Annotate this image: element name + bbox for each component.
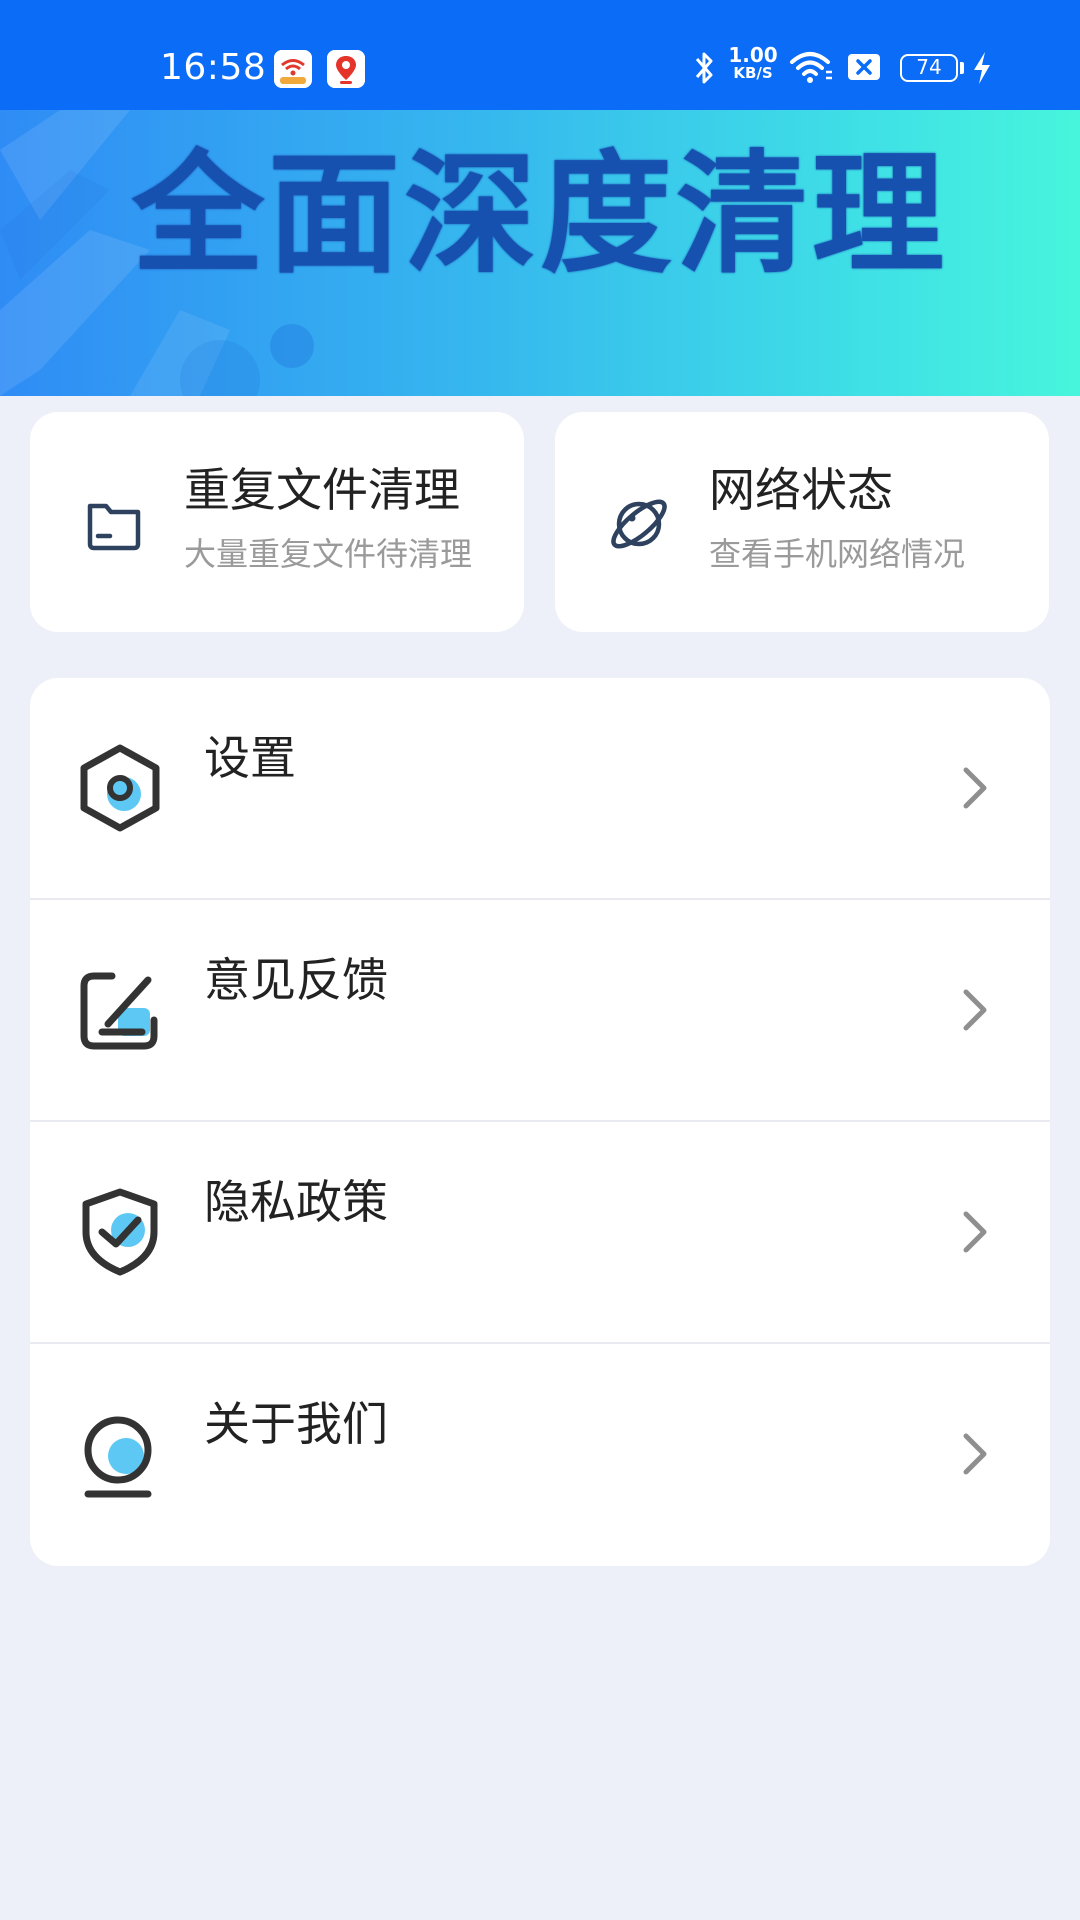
menu-item-label: 设置 [204, 731, 296, 785]
card-title: 重复文件清理 [184, 463, 460, 517]
menu-item-label: 意见反馈 [204, 953, 388, 1007]
privacy-shield-icon [82, 1188, 158, 1276]
network-status-card[interactable]: 网络状态 查看手机网络情况 [555, 412, 1049, 632]
network-speed: 1.00 KB/S [728, 43, 778, 90]
menu-item-privacy-policy[interactable]: 隐私政策 [30, 1122, 1050, 1344]
chevron-right-icon [963, 1433, 987, 1475]
bluetooth-icon [690, 46, 718, 90]
menu-item-settings[interactable]: 设置 [30, 678, 1050, 900]
battery-level: 74 [916, 55, 942, 79]
wifi-app-icon [274, 50, 312, 88]
charging-icon [970, 46, 994, 90]
menu-item-feedback[interactable]: 意见反馈 [30, 900, 1050, 1122]
chevron-right-icon [963, 767, 987, 809]
chevron-right-icon [963, 1211, 987, 1253]
chevron-right-icon [963, 989, 987, 1031]
duplicate-file-clean-card[interactable]: 重复文件清理 大量重复文件待清理 [30, 412, 524, 632]
feedback-icon [80, 972, 158, 1050]
about-user-icon [84, 1416, 152, 1498]
menu-list: 设置 意见反馈 隐私政策 关于我们 [30, 678, 1050, 1566]
banner-title: 全面深度清理 [132, 138, 948, 292]
network-speed-value: 1.00 [728, 43, 778, 67]
card-subtitle: 大量重复文件待清理 [184, 535, 473, 573]
network-speed-unit: KB/S [733, 64, 773, 82]
wifi-icon [788, 46, 834, 90]
sim-icon [846, 46, 882, 90]
map-app-icon [327, 50, 365, 88]
banner: 全面深度清理 [0, 110, 1080, 396]
battery-tip [960, 62, 964, 74]
menu-item-label: 关于我们 [204, 1397, 388, 1451]
folder-icon [87, 503, 141, 551]
status-bar: 16:58 1.00 KB/S 74 [0, 0, 1080, 110]
card-subtitle: 查看手机网络情况 [709, 535, 966, 573]
card-title: 网络状态 [709, 463, 893, 517]
status-time: 16:58 [160, 47, 267, 88]
battery-icon: 74 [900, 54, 958, 82]
menu-item-label: 隐私政策 [204, 1175, 388, 1229]
settings-icon [80, 744, 160, 832]
planet-icon [611, 499, 667, 549]
menu-item-about-us[interactable]: 关于我们 [30, 1344, 1050, 1564]
